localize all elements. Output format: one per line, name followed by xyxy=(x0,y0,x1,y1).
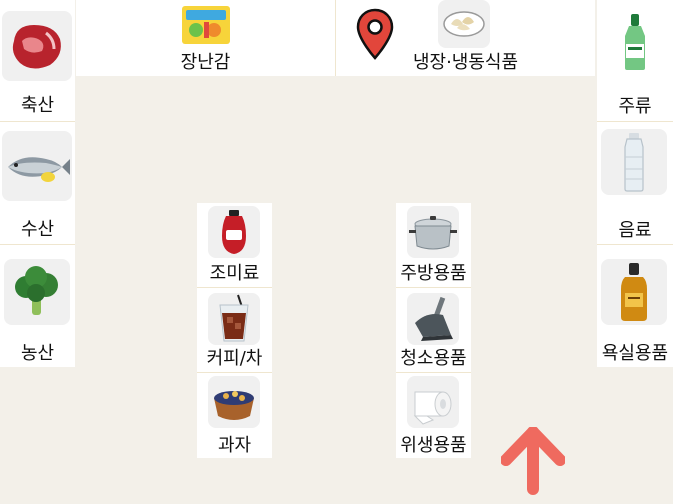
snack-label: 과자 xyxy=(217,435,252,456)
section-meat[interactable]: 축산 xyxy=(0,0,75,121)
dustpan-image xyxy=(407,293,459,345)
hygiene-label: 위생용품 xyxy=(400,435,467,456)
section-kitchen[interactable]: 주방용품 xyxy=(396,203,471,287)
meat-label: 축산 xyxy=(20,95,55,116)
fish-label: 수산 xyxy=(20,219,55,240)
section-coffee[interactable]: 커피/차 xyxy=(197,288,272,372)
kitchen-label: 주방용품 xyxy=(400,263,467,284)
ketchup-image xyxy=(208,206,260,258)
soju-bottle-image xyxy=(617,12,653,72)
bath-oil-image xyxy=(601,259,667,325)
toilet-paper-image xyxy=(407,376,459,428)
arrow-up-icon[interactable] xyxy=(500,426,566,495)
fish-image xyxy=(2,131,72,201)
cleaning-label: 청소용품 xyxy=(400,348,467,369)
section-snack[interactable]: 과자 xyxy=(197,373,272,458)
seasoning-label: 조미료 xyxy=(209,263,260,284)
section-cleaning[interactable]: 청소용품 xyxy=(396,288,471,372)
veg-label: 농산 xyxy=(20,343,55,364)
section-liquor[interactable]: 주류 xyxy=(597,0,673,121)
section-toys[interactable]: 장난감 xyxy=(76,0,335,76)
liquor-label: 주류 xyxy=(618,96,652,117)
snack-bowl-image xyxy=(208,376,260,428)
frozen-label: 냉장·냉동식품 xyxy=(412,52,519,73)
section-seasoning[interactable]: 조미료 xyxy=(197,203,272,287)
section-hygiene[interactable]: 위생용품 xyxy=(396,373,471,458)
section-fish[interactable]: 수산 xyxy=(0,122,75,244)
water-bottle-image xyxy=(601,129,667,195)
toys-label: 장난감 xyxy=(180,52,231,73)
toys-image xyxy=(180,2,232,46)
broccoli-image xyxy=(4,259,70,325)
iced-coffee-image xyxy=(208,293,260,345)
section-drinks[interactable]: 음료 xyxy=(597,122,673,244)
section-frozen[interactable]: 냉장·냉동식품 xyxy=(336,0,595,76)
section-bath[interactable]: 욕실용품 xyxy=(597,245,673,367)
coffee-label: 커피/차 xyxy=(206,348,263,369)
meat-image xyxy=(2,11,72,81)
section-veg[interactable]: 농산 xyxy=(0,245,75,367)
bath-label: 욕실용품 xyxy=(601,343,669,364)
frozen-food-image xyxy=(438,0,490,48)
drinks-label: 음료 xyxy=(618,220,652,241)
pot-image xyxy=(407,206,459,258)
